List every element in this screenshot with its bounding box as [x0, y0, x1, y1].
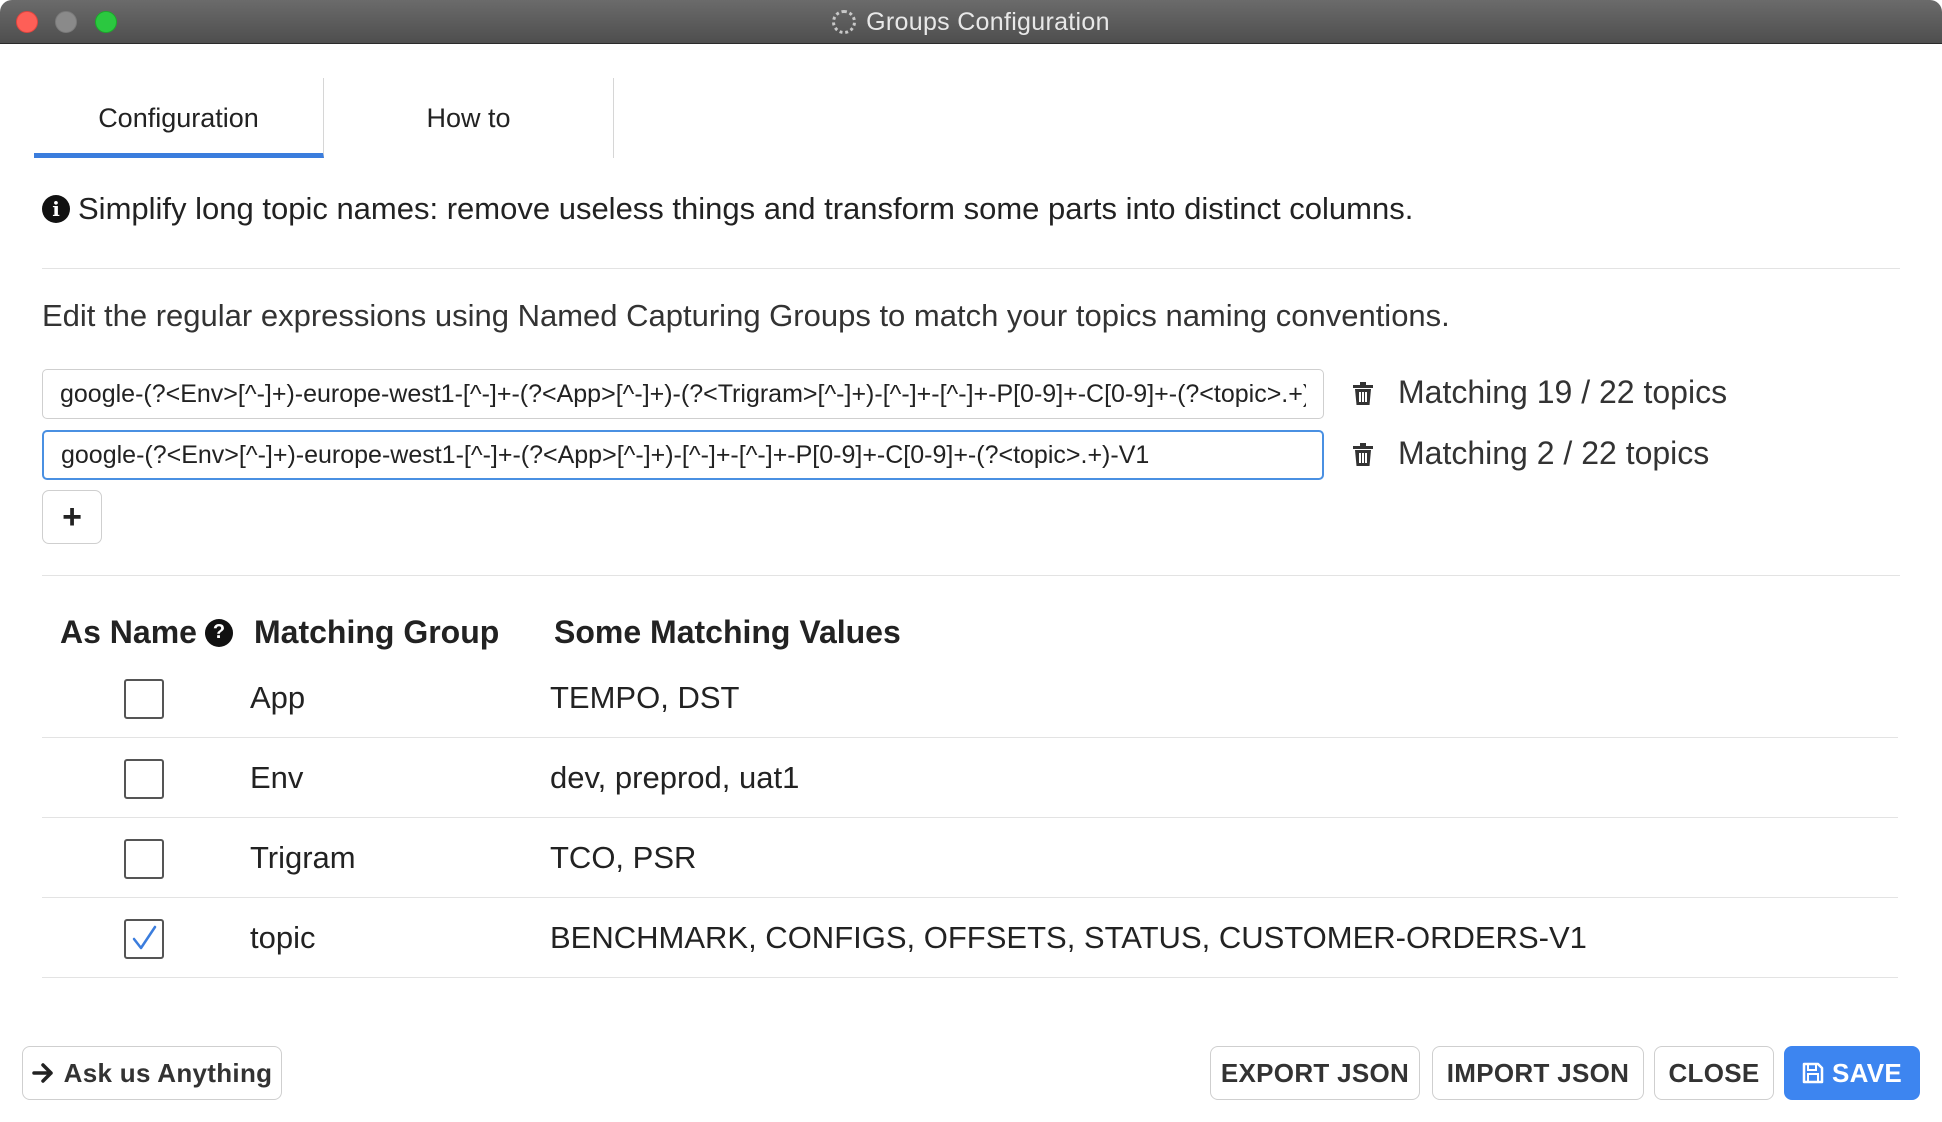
- group-name: topic: [250, 920, 316, 955]
- export-json-button[interactable]: EXPORT JSON: [1210, 1046, 1420, 1100]
- info-text: Simplify long topic names: remove useles…: [78, 191, 1414, 226]
- group-values: TEMPO, DST: [550, 680, 740, 715]
- as-name-checkbox[interactable]: [124, 839, 164, 879]
- close-button[interactable]: CLOSE: [1654, 1046, 1774, 1100]
- group-values: TCO, PSR: [550, 840, 697, 875]
- add-regex-button[interactable]: +: [42, 490, 102, 544]
- info-banner: i Simplify long topic names: remove usel…: [42, 188, 1413, 230]
- ask-us-anything-label: Ask us Anything: [63, 1057, 273, 1088]
- checkmark-icon: [132, 925, 157, 950]
- header-matching-values: Some Matching Values: [554, 614, 901, 650]
- table-row: App TEMPO, DST: [42, 658, 1898, 738]
- header-as-name: As Name ?: [60, 614, 233, 651]
- title-bar: Groups Configuration: [0, 0, 1942, 44]
- table-row: Trigram TCO, PSR: [42, 818, 1898, 898]
- app-icon: [832, 10, 857, 34]
- divider: [42, 575, 1900, 576]
- instructions-text: Edit the regular expressions using Named…: [42, 298, 1450, 333]
- group-values: dev, preprod, uat1: [550, 760, 800, 795]
- as-name-checkbox[interactable]: [124, 679, 164, 719]
- regex-row: [42, 369, 1378, 419]
- match-count-1: Matching 19 / 22 topics: [1398, 374, 1728, 410]
- tab-how-to[interactable]: How to: [324, 78, 614, 158]
- header-as-name-label: As Name: [60, 614, 197, 650]
- regex-input-1[interactable]: [42, 369, 1324, 419]
- table-row: topic BENCHMARK, CONFIGS, OFFSETS, STATU…: [42, 898, 1898, 978]
- ask-us-anything-button[interactable]: Ask us Anything: [22, 1046, 282, 1100]
- floppy-disk-icon: [1802, 1062, 1824, 1084]
- group-name: App: [250, 680, 306, 715]
- window-title: Groups Configuration: [866, 7, 1110, 36]
- tab-bar: Configuration How to: [34, 78, 614, 158]
- info-circle-icon: i: [42, 195, 70, 223]
- regex-row: [42, 430, 1378, 480]
- group-name: Trigram: [250, 840, 356, 875]
- as-name-checkbox[interactable]: [124, 759, 164, 799]
- as-name-checkbox-checked[interactable]: [124, 919, 164, 959]
- group-values: BENCHMARK, CONFIGS, OFFSETS, STATUS, CUS…: [550, 920, 1587, 955]
- header-matching-group: Matching Group: [254, 614, 500, 650]
- import-json-button[interactable]: IMPORT JSON: [1432, 1046, 1644, 1100]
- question-circle-icon[interactable]: ?: [204, 618, 233, 647]
- trash-icon[interactable]: [1348, 379, 1378, 409]
- title-wrap: Groups Configuration: [0, 0, 1942, 44]
- trash-icon[interactable]: [1348, 440, 1378, 470]
- table-row: Env dev, preprod, uat1: [42, 738, 1898, 818]
- tab-configuration[interactable]: Configuration: [34, 78, 324, 158]
- match-count-2: Matching 2 / 22 topics: [1398, 435, 1710, 471]
- groups-configuration-window: Groups Configuration Configuration How t…: [0, 0, 1942, 1122]
- regex-input-2[interactable]: [42, 430, 1324, 480]
- save-button[interactable]: SAVE: [1784, 1046, 1920, 1100]
- divider: [42, 268, 1900, 269]
- save-label: SAVE: [1831, 1057, 1903, 1088]
- group-name: Env: [250, 760, 304, 795]
- arrow-right-icon: [31, 1063, 53, 1083]
